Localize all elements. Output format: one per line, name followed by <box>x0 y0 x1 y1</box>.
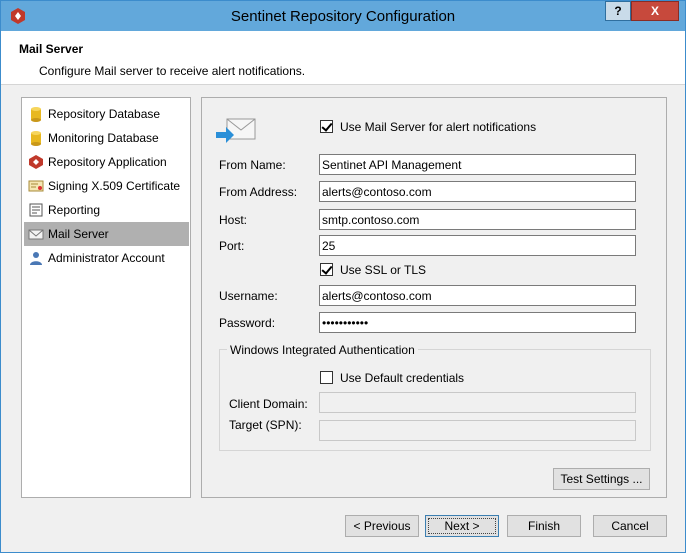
test-settings-button[interactable]: Test Settings ... <box>553 468 650 490</box>
username-label: Username: <box>219 289 278 303</box>
report-icon <box>29 203 43 217</box>
sidebar-item-repository-database[interactable]: Repository Database <box>24 102 189 126</box>
sidebar-item-label: Repository Database <box>48 107 161 121</box>
app-icon <box>29 155 43 169</box>
database-icon <box>31 107 41 122</box>
mail-send-icon <box>216 118 256 143</box>
port-label: Port: <box>219 239 245 253</box>
sidebar-item-administrator-account[interactable]: Administrator Account <box>24 246 189 270</box>
next-button[interactable]: Next > <box>425 515 499 537</box>
password-label: Password: <box>219 316 276 330</box>
use-mail-server-label: Use Mail Server for alert notifications <box>340 120 537 134</box>
cancel-button[interactable]: Cancel <box>593 515 667 537</box>
finish-button[interactable]: Finish <box>507 515 581 537</box>
database-icon <box>31 131 41 146</box>
sidebar-item-repository-application[interactable]: Repository Application <box>24 150 189 174</box>
host-label: Host: <box>219 213 248 227</box>
title-bar[interactable]: Sentinet Repository Configuration ? X <box>1 1 685 31</box>
focus-rectangle <box>428 518 496 534</box>
user-icon <box>30 252 42 265</box>
target-spn-input[interactable] <box>319 420 636 441</box>
sidebar-item-label: Reporting <box>48 203 101 217</box>
from-address-label: From Address: <box>219 185 298 199</box>
page-description: Configure Mail server to receive alert n… <box>39 64 306 78</box>
window-title: Sentinet Repository Configuration <box>230 8 456 25</box>
previous-button[interactable]: < Previous <box>345 515 419 537</box>
password-input[interactable]: ••••••••••• <box>319 312 636 333</box>
sidebar-item-reporting[interactable]: Reporting <box>24 198 189 222</box>
from-address-input[interactable]: alerts@contoso.com <box>319 181 636 202</box>
from-name-label: From Name: <box>219 158 286 172</box>
client-domain-label: Client Domain: <box>229 397 308 411</box>
help-button[interactable]: ? <box>605 1 631 21</box>
use-ssl-checkbox[interactable] <box>320 263 333 276</box>
use-ssl-label: Use SSL or TLS <box>340 263 427 277</box>
sidebar-item-label: Monitoring Database <box>48 131 159 145</box>
target-spn-label: Target (SPN): <box>229 418 302 432</box>
sidebar-item-signing-certificate[interactable]: Signing X.509 Certificate <box>24 174 189 198</box>
client-domain-input[interactable] <box>319 392 636 413</box>
certificate-icon <box>28 180 44 192</box>
mail-icon <box>28 229 44 240</box>
sidebar-item-label: Administrator Account <box>48 251 165 265</box>
from-name-input[interactable]: Sentinet API Management <box>319 154 636 175</box>
navigation-list: Repository Database Monitoring Database … <box>21 97 191 498</box>
close-button[interactable]: X <box>631 1 679 21</box>
sidebar-item-label: Mail Server <box>48 227 109 241</box>
sidebar-item-label: Repository Application <box>48 155 167 169</box>
configuration-window: Sentinet Repository Configuration ? X Ma… <box>0 0 686 553</box>
sidebar-item-label: Signing X.509 Certificate <box>48 179 181 193</box>
page-header: Mail Server Configure Mail server to rec… <box>1 31 685 85</box>
use-mail-server-checkbox[interactable] <box>320 120 333 133</box>
port-input[interactable]: 25 <box>319 235 636 256</box>
use-default-credentials-label: Use Default credentials <box>340 371 465 385</box>
windows-auth-group-label: Windows Integrated Authentication <box>227 343 418 357</box>
use-default-credentials-checkbox[interactable] <box>320 371 333 384</box>
sidebar-item-monitoring-database[interactable]: Monitoring Database <box>24 126 189 150</box>
page-title: Mail Server <box>19 42 84 56</box>
username-input[interactable]: alerts@contoso.com <box>319 285 636 306</box>
sidebar-item-mail-server[interactable]: Mail Server <box>24 222 189 246</box>
host-input[interactable]: smtp.contoso.com <box>319 209 636 230</box>
